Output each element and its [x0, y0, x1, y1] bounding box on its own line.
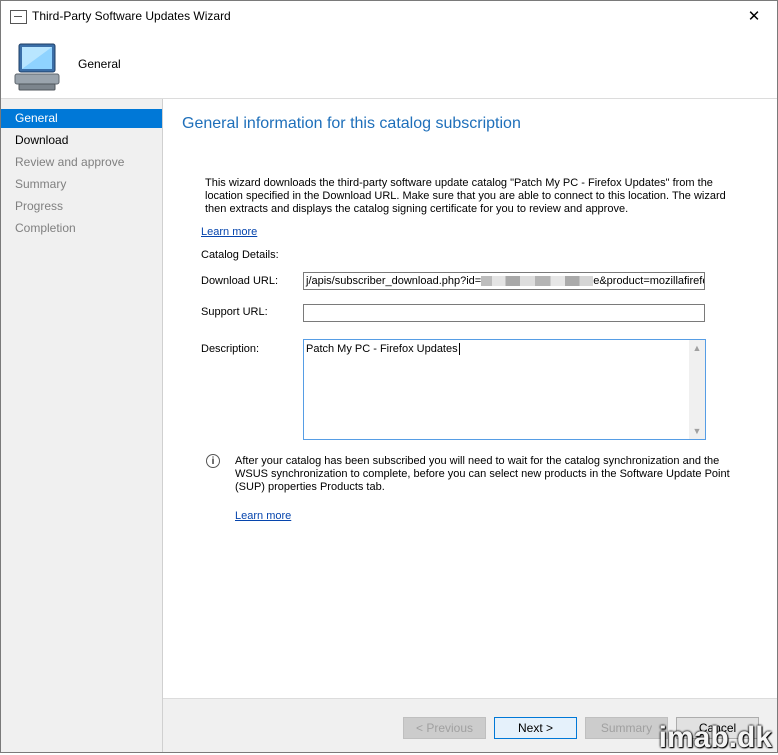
description-scrollbar[interactable]: ▲ ▼	[689, 340, 705, 439]
download-url-label: Download URL:	[201, 275, 279, 287]
previous-button[interactable]: < Previous	[403, 717, 486, 739]
scroll-down-icon[interactable]: ▼	[689, 423, 705, 439]
page-content: General information for this catalog sub…	[163, 99, 777, 698]
step-review-and-approve: Review and approve	[15, 155, 125, 169]
support-url-field[interactable]	[303, 304, 705, 322]
text-caret	[458, 343, 460, 356]
info-icon: i	[206, 454, 220, 468]
step-summary: Summary	[15, 177, 67, 191]
download-url-prefix: j/apis/subscriber_download.php?id=	[306, 275, 482, 287]
wizard-window: Third-Party Software Updates Wizard ✕ Ge…	[0, 0, 778, 753]
learn-more-link-2[interactable]: Learn more	[235, 510, 291, 522]
description-textarea[interactable]: Patch My PC - Firefox Updates ▲ ▼	[303, 339, 706, 440]
window-title: Third-Party Software Updates Wizard	[32, 9, 231, 23]
title-bar: Third-Party Software Updates Wizard ✕	[1, 1, 777, 32]
window-icon	[10, 10, 27, 24]
step-download[interactable]: Download	[1, 131, 162, 150]
summary-button[interactable]: Summary	[585, 717, 668, 739]
scroll-up-icon[interactable]: ▲	[689, 340, 705, 356]
download-url-field[interactable]: j/apis/subscriber_download.php?id= e&prod…	[303, 272, 705, 290]
description-label: Description:	[201, 343, 260, 355]
intro-text: This wizard downloads the third-party so…	[205, 177, 726, 215]
watermark: imab.dk	[658, 721, 772, 754]
step-progress: Progress	[15, 199, 64, 213]
description-value: Patch My PC - Firefox Updates	[306, 343, 458, 355]
header-label: General	[78, 57, 121, 71]
learn-more-link[interactable]: Learn more	[201, 226, 257, 238]
step-completion: Completion	[15, 221, 76, 235]
wizard-header: General	[1, 32, 777, 99]
close-icon[interactable]: ✕	[731, 1, 777, 32]
next-button[interactable]: Next >	[494, 717, 577, 739]
computer-icon	[14, 43, 60, 91]
catalog-details-label: Catalog Details:	[201, 249, 279, 261]
support-url-label: Support URL:	[201, 306, 268, 318]
step-general[interactable]: General	[1, 109, 162, 128]
download-url-suffix: e&product=mozillafirefox	[593, 275, 705, 287]
wizard-steps: General Download Review and approve Summ…	[1, 99, 163, 752]
page-title: General information for this catalog sub…	[182, 115, 521, 132]
info-text: After your catalog has been subscribed y…	[235, 455, 730, 493]
redacted-id	[481, 276, 594, 287]
